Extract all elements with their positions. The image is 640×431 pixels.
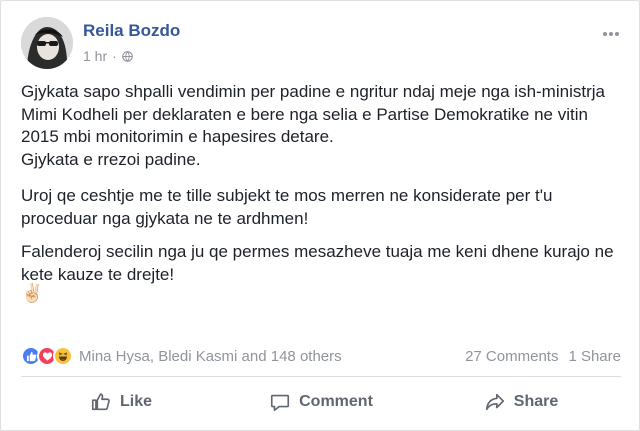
post-card: Reila Bozdo 1 hr · Gjykata sapo shpalli … — [0, 0, 640, 431]
haha-icon — [53, 346, 73, 366]
post-time[interactable]: 1 hr — [83, 48, 107, 64]
post-header: Reila Bozdo 1 hr · — [21, 15, 621, 69]
comment-label: Comment — [299, 393, 373, 410]
like-label: Like — [119, 393, 152, 410]
reactions-summary[interactable]: Mina Hysa, Bledi Kasmi and 148 others — [21, 346, 342, 366]
engagement-bar: Mina Hysa, Bledi Kasmi and 148 others 27… — [21, 344, 621, 368]
actions-divider — [21, 376, 621, 377]
comment-icon — [271, 394, 290, 412]
comments-count[interactable]: 27 Comments — [465, 348, 558, 365]
shares-count[interactable]: 1 Share — [568, 348, 621, 365]
post-paragraph-2: Uroj qe ceshtje me te tille subjekt te m… — [21, 186, 553, 228]
post-meta: 1 hr · — [83, 48, 133, 64]
share-icon — [485, 393, 504, 411]
post-paragraph-3: Falenderoj secilin nga ju qe permes mesa… — [21, 242, 614, 284]
reactions-text[interactable]: Mina Hysa, Bledi Kasmi and 148 others — [79, 348, 342, 365]
post-body: Gjykata sapo shpalli vendimin per padine… — [21, 81, 621, 304]
meta-separator: · — [112, 48, 117, 64]
avatar[interactable] — [21, 17, 73, 69]
like-button[interactable]: Like — [21, 391, 221, 413]
thumbs-up-icon — [91, 393, 110, 411]
post-paragraph-1b: Gjykata e rrezoi padine. — [21, 149, 201, 169]
author-name[interactable]: Reila Bozdo — [83, 21, 180, 41]
more-options-icon[interactable] — [601, 27, 621, 41]
comment-button[interactable]: Comment — [221, 391, 421, 413]
share-button[interactable]: Share — [421, 391, 621, 413]
counts-right: 27 Comments 1 Share — [465, 348, 621, 365]
share-label: Share — [513, 393, 559, 410]
post-actions: Like Comment Share — [21, 379, 621, 425]
globe-icon[interactable] — [121, 50, 133, 62]
post-paragraph-1: Gjykata sapo shpalli vendimin per padine… — [21, 82, 605, 146]
avatar-image — [21, 17, 73, 69]
